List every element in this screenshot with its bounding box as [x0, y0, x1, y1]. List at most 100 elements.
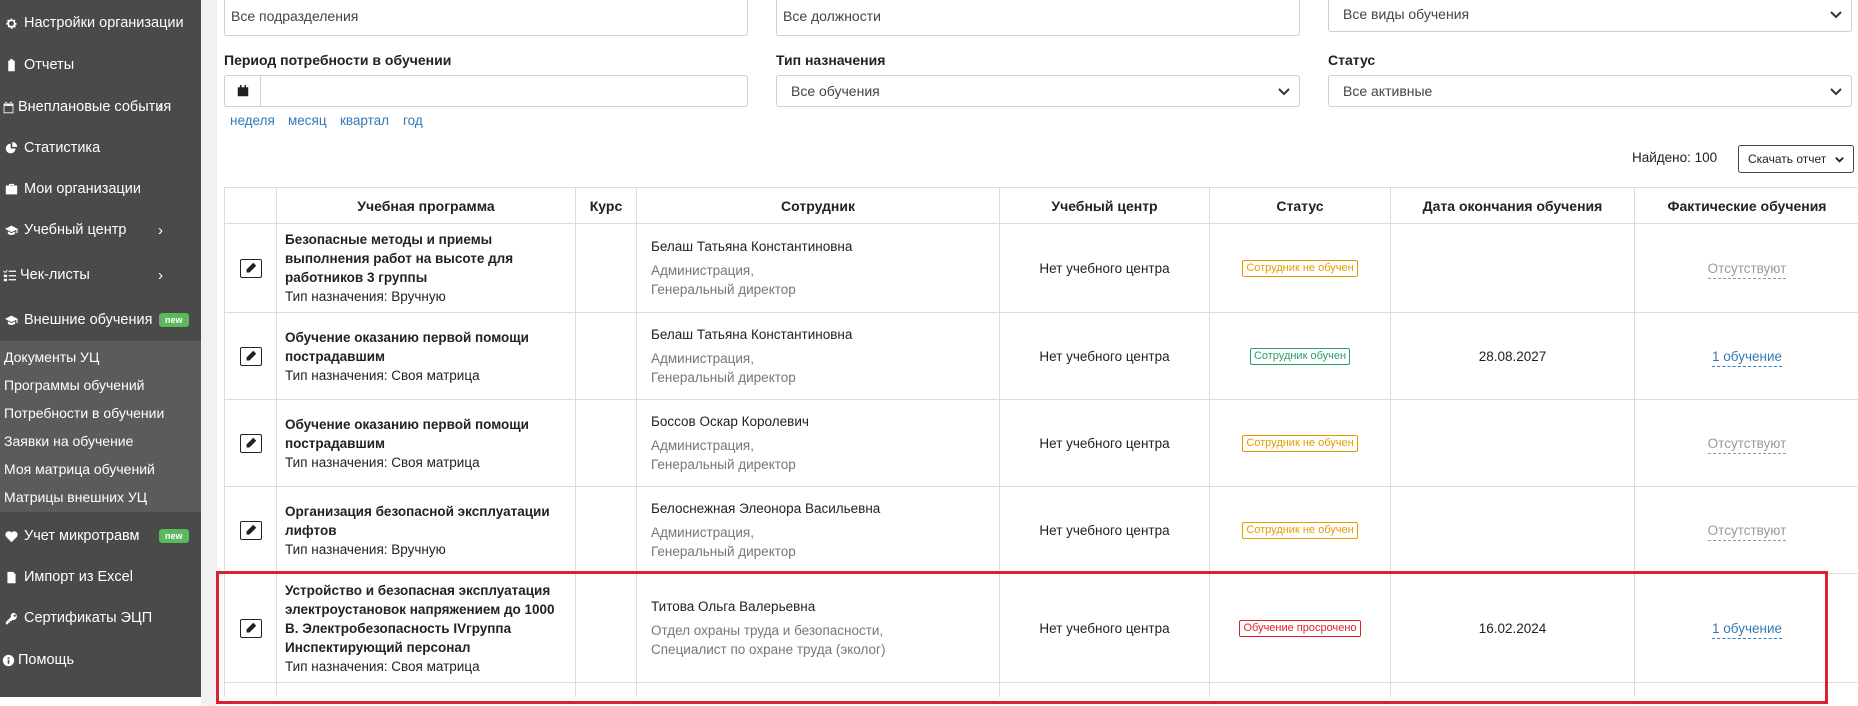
training-center-cell: Нет учебного центра — [999, 312, 1210, 400]
status-badge: Сотрудник не обучен — [1242, 260, 1358, 277]
col-header-program[interactable]: Учебная программа — [276, 187, 576, 224]
edit-button[interactable] — [239, 618, 262, 638]
chevron-down-icon — [1829, 84, 1843, 98]
submenu-item-external-matrices[interactable]: Матрицы внешних УЦ — [4, 489, 147, 505]
sidebar-item-label: Учет микротравм — [24, 528, 140, 544]
submenu-item-training-programs[interactable]: Программы обучений — [4, 377, 144, 393]
end-date-cell — [1390, 399, 1635, 487]
submenu-item-training-requests[interactable]: Заявки на обучение — [4, 433, 133, 449]
period-link-quarter[interactable]: квартал — [340, 113, 389, 128]
employee-position: Генеральный директор — [651, 544, 796, 559]
assignment-type: Тип назначения: Своя матрица — [285, 658, 480, 674]
file-icon — [0, 571, 22, 584]
edit-button[interactable] — [239, 433, 262, 453]
sidebar-item-excel-import[interactable]: Импорт из Excel — [0, 562, 201, 592]
actual-trainings-link[interactable]: 1 обучение — [1712, 620, 1782, 639]
assignment-type-select[interactable]: Все обучения — [776, 75, 1300, 107]
sidebar-item-microtrauma[interactable]: Учет микротравм new — [0, 521, 201, 551]
program-name: Устройство и безопасная эксплуатация эле… — [285, 582, 555, 655]
pencil-icon — [246, 437, 256, 448]
course-cell — [575, 223, 637, 313]
period-label: Период потребности в обучении — [224, 52, 452, 68]
sidebar-item-label: Отчеты — [24, 57, 75, 73]
found-count: Найдено: 100 — [1632, 150, 1718, 165]
trainings-table: Учебная программа Курс Сотрудник Учебный… — [224, 187, 1858, 697]
download-report-button[interactable]: Скачать отчет — [1738, 145, 1854, 173]
assignment-type: Тип назначения: Своя матрица — [285, 367, 480, 383]
sidebar-item-statistics[interactable]: Статистика — [0, 133, 201, 163]
employee-position: Генеральный директор — [651, 282, 796, 297]
employee-dept: Администрация, — [651, 351, 754, 366]
pencil-icon — [246, 350, 256, 361]
briefcase-icon — [0, 183, 22, 196]
calendar-icon — [237, 85, 249, 97]
pencil-icon — [246, 524, 256, 535]
actual-trainings-link[interactable]: 1 обучение — [1712, 348, 1782, 367]
end-date-cell — [1390, 486, 1635, 574]
table-row: Устройство и безопасная эксплуатация эле… — [224, 573, 1858, 683]
col-header-employee[interactable]: Сотрудник — [636, 187, 1000, 224]
training-types-select[interactable]: Все виды обучения — [1328, 0, 1852, 32]
sidebar-item-reports[interactable]: Отчеты — [0, 50, 201, 80]
period-input[interactable] — [224, 75, 748, 107]
sidebar-item-label: Внеплановые события — [18, 99, 172, 115]
sidebar-item-unplanned-events[interactable]: Внеплановые события › — [0, 92, 201, 122]
course-cell — [575, 573, 637, 683]
table-header-row: Учебная программа Курс Сотрудник Учебный… — [224, 187, 1858, 224]
graduation-cap-icon — [0, 224, 22, 237]
period-link-week[interactable]: неделя — [230, 113, 275, 128]
assignment-type: Тип назначения: Вручную — [285, 541, 446, 557]
submenu-item-uc-documents[interactable]: Документы УЦ — [4, 349, 99, 365]
col-header-end-date[interactable]: Дата окончания обучения — [1390, 187, 1635, 224]
sidebar-item-my-orgs[interactable]: Мои организации — [0, 174, 201, 204]
employee-name: Белаш Татьяна Константиновна — [651, 239, 853, 254]
program-name: Обучение оказанию первой помощи пострада… — [285, 416, 529, 451]
chevron-right-icon: › — [158, 221, 163, 239]
actual-trainings-none: Отсутствуют — [1707, 522, 1787, 541]
positions-filter[interactable]: Все должности — [776, 0, 1300, 36]
course-cell — [575, 399, 637, 487]
chevron-down-icon — [1829, 7, 1843, 21]
sidebar-item-help[interactable]: Помощь — [0, 645, 201, 675]
period-link-year[interactable]: год — [403, 113, 423, 128]
calendar-icon — [0, 101, 16, 114]
pie-chart-icon — [0, 141, 22, 155]
employee-name: Титова Ольга Валерьевна — [651, 599, 816, 614]
sidebar-item-label: Мои организации — [24, 181, 141, 197]
period-link-month[interactable]: месяц — [288, 113, 327, 128]
sidebar-item-external-trainings[interactable]: Внешние обучения new — [0, 305, 201, 335]
col-header-actual-trainings[interactable]: Фактические обучения — [1634, 187, 1858, 224]
edit-button[interactable] — [239, 258, 262, 278]
assignment-type-label: Тип назначения — [776, 52, 886, 68]
graduation-cap-icon — [0, 314, 22, 327]
subdivisions-filter[interactable]: Все подразделения — [224, 0, 748, 36]
table-row: Обучение оказанию первой помощи пострада… — [224, 312, 1858, 400]
edit-button[interactable] — [239, 520, 262, 540]
sidebar-item-training-center[interactable]: Учебный центр › — [0, 215, 201, 245]
sidebar-item-checklists[interactable]: Чек-листы › — [0, 260, 201, 290]
calendar-button[interactable] — [224, 75, 261, 107]
status-select[interactable]: Все активные — [1328, 75, 1852, 107]
employee-dept: Администрация, — [651, 263, 754, 278]
employee-position: Генеральный директор — [651, 370, 796, 385]
col-header-training-center[interactable]: Учебный центр — [999, 187, 1210, 224]
sidebar-item-label: Учебный центр — [24, 222, 127, 238]
status-badge: Сотрудник обучен — [1249, 348, 1351, 365]
employee-dept: Администрация, — [651, 438, 754, 453]
col-header-status[interactable]: Статус — [1209, 187, 1391, 224]
end-date-cell: 16.02.2024 — [1390, 573, 1635, 683]
sidebar-item-certificates[interactable]: Сертификаты ЭЦП — [0, 603, 201, 633]
status-badge: Обучение просрочено — [1239, 620, 1361, 637]
pencil-icon — [246, 622, 256, 633]
sidebar-item-label: Настройки организации — [24, 15, 184, 31]
submenu-item-my-matrix[interactable]: Моя матрица обучений — [4, 461, 155, 477]
col-header-course[interactable]: Курс — [575, 187, 637, 224]
table-row — [224, 682, 1858, 697]
external-trainings-submenu: Документы УЦ Программы обучений Потребно… — [0, 341, 201, 512]
download-report-label: Скачать отчет — [1748, 152, 1827, 166]
sidebar-item-org-settings[interactable]: Настройки организации — [0, 8, 201, 38]
subdivisions-placeholder: Все подразделения — [231, 7, 359, 24]
edit-button[interactable] — [239, 346, 262, 366]
submenu-item-training-needs[interactable]: Потребности в обучении — [4, 405, 164, 421]
employee-dept: Отдел охраны труда и безопасности, — [651, 623, 884, 638]
